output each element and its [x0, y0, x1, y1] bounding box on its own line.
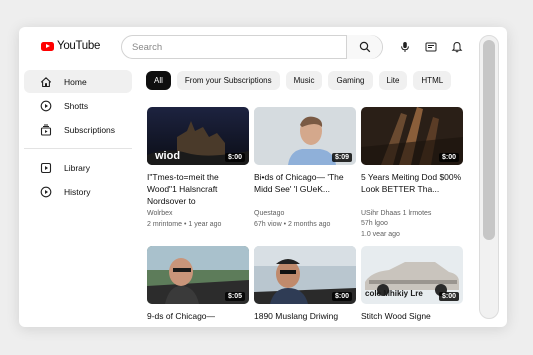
chip-lite[interactable]: Lite: [378, 71, 408, 90]
chip-html[interactable]: HTML: [413, 71, 452, 90]
channel-name[interactable]: USihr Dhaas 1 lrmotes: [361, 210, 463, 217]
channel-name[interactable]: Questago: [254, 210, 356, 217]
video-thumbnail[interactable]: $:00: [361, 107, 463, 165]
video-card[interactable]: $:00 1890 Muslang Driwing: [254, 246, 356, 327]
video-card[interactable]: $:09 Bi•ds of Chicago— 'The Midd See' 'l…: [254, 107, 356, 228]
history-icon: [40, 186, 52, 198]
search-input[interactable]: [122, 36, 347, 58]
video-thumbnail[interactable]: $:09: [254, 107, 356, 165]
video-meta: 2 mrintome • 1 year ago: [147, 221, 222, 228]
video-title[interactable]: 5 Years Meiting Dod $00% Look BETTER Tha…: [361, 171, 463, 207]
shorts-icon: [40, 100, 52, 112]
video-thumbnail[interactable]: $:00: [254, 246, 356, 304]
sidebar-item-label: Library: [64, 162, 90, 173]
duration-badge: $:05: [224, 292, 245, 301]
video-card[interactable]: cole Mhikiy Lre $:00 Stitch Wood Signe: [361, 246, 463, 327]
duration-badge: $:00: [438, 292, 459, 301]
video-meta: 1.0 vear ago: [361, 231, 400, 238]
video-card[interactable]: $:05 9-ds of Chicago—: [147, 246, 249, 327]
thumb-overlay-text: wiod: [154, 150, 180, 162]
sidebar-item-home[interactable]: Home: [24, 70, 132, 93]
sidebar-item-subscriptions[interactable]: Subscriptions: [24, 118, 132, 141]
duration-badge: $:00: [224, 153, 245, 162]
video-card[interactable]: $:00 5 Years Meiting Dod $00% Look BETTE…: [361, 107, 463, 238]
scrollbar-thumb[interactable]: [483, 40, 495, 240]
sidebar-item-label: Home: [64, 76, 87, 87]
subscriptions-icon: [40, 124, 52, 136]
sidebar-item-label: Subscriptions: [64, 124, 116, 135]
video-thumbnail[interactable]: $:05: [147, 246, 249, 304]
youtube-play-icon: [41, 41, 54, 51]
sidebar-divider: [24, 148, 132, 149]
duration-badge: $:00: [331, 292, 352, 301]
duration-badge: $:00: [438, 153, 459, 162]
filter-chips: All From your Subscriptions Music Gaming…: [146, 71, 452, 90]
video-title[interactable]: 9-ds of Chicago—: [147, 310, 249, 327]
sidebar-item-label: Shotts: [64, 100, 89, 111]
video-thumbnail[interactable]: cole Mhikiy Lre $:00: [361, 246, 463, 304]
sidebar: Home Shotts Subscriptions Library Histor…: [24, 70, 132, 204]
video-meta: 67h viow • 2 months ago: [254, 221, 331, 228]
browser-window: YouTube Search Home Shotts Subscriptions…: [19, 27, 507, 327]
search-icon: [359, 41, 370, 53]
channel-stats: 57h lgoo: [361, 220, 388, 227]
chip-gaming[interactable]: Gaming: [328, 71, 373, 90]
sidebar-item-label: History: [64, 186, 91, 197]
channel-name[interactable]: Wolrbex: [147, 210, 249, 217]
search-button[interactable]: [346, 35, 382, 59]
home-icon: [40, 76, 52, 88]
sidebar-item-shorts[interactable]: Shotts: [24, 94, 132, 117]
video-title[interactable]: 1890 Muslang Driwing: [254, 310, 356, 327]
create-icon[interactable]: [424, 40, 438, 54]
chip-music[interactable]: Music: [285, 71, 323, 90]
video-card[interactable]: wiod $:00 I"Tmes-to=meit the Wood"1 Hals…: [147, 107, 249, 228]
scrollbar-track[interactable]: [479, 35, 499, 319]
chip-subscriptions[interactable]: From your Subscriptions: [176, 71, 280, 90]
youtube-logo[interactable]: YouTube: [41, 40, 100, 52]
duration-badge: $:09: [331, 153, 352, 162]
mic-icon[interactable]: [398, 40, 412, 54]
search-bar: [121, 35, 383, 59]
logo-text: YouTube: [57, 40, 101, 52]
video-title[interactable]: Bi•ds of Chicago— 'The Midd See' 'l GUeK…: [254, 171, 356, 207]
library-icon: [40, 162, 52, 174]
sidebar-item-library[interactable]: Library: [24, 156, 132, 179]
video-title[interactable]: I"Tmes-to=meit the Wood"1 Halsncraft Nor…: [147, 171, 249, 207]
video-title[interactable]: Stitch Wood Signe: [361, 310, 463, 327]
video-thumbnail[interactable]: wiod $:00: [147, 107, 249, 165]
thumb-overlay-text: cole Mhikiy Lre: [365, 289, 423, 298]
bell-icon[interactable]: [450, 40, 464, 54]
chip-all[interactable]: All: [146, 71, 171, 90]
sidebar-item-history[interactable]: History: [24, 180, 132, 203]
